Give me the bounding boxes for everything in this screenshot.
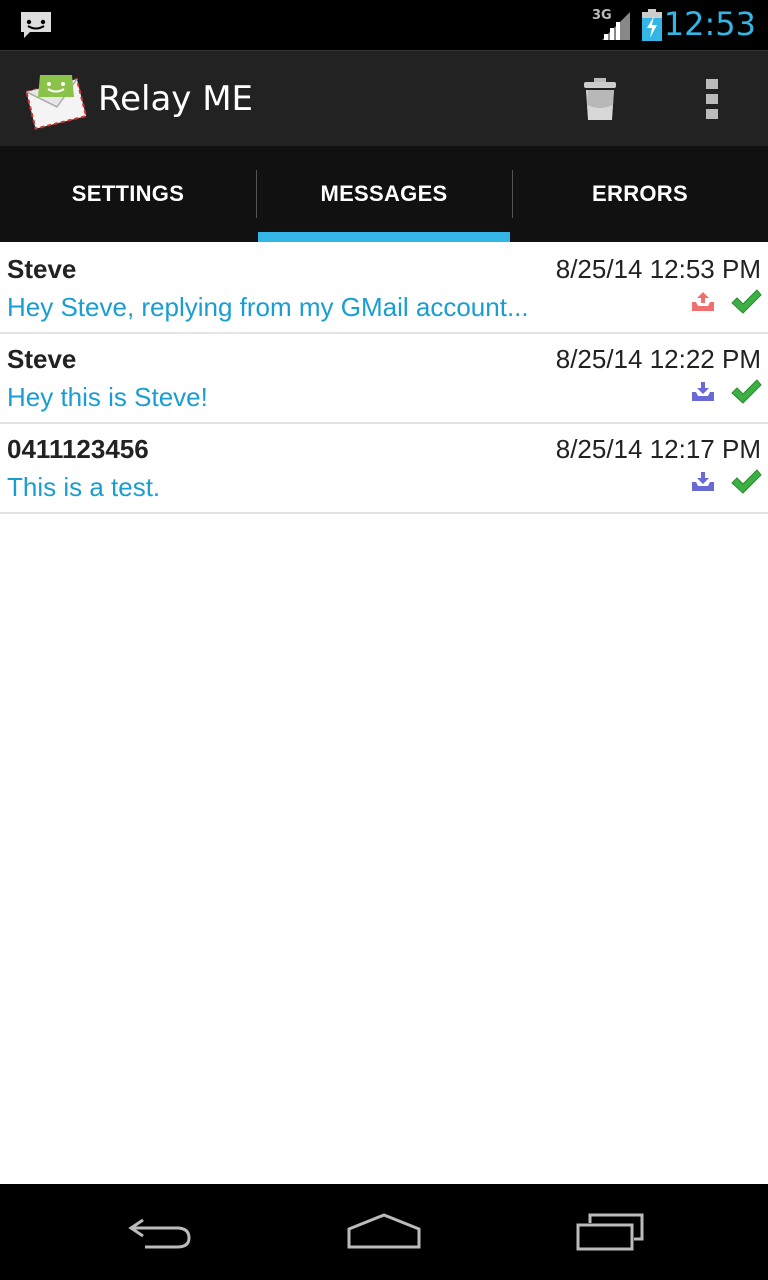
message-text: Hey this is Steve!: [7, 382, 208, 412]
message-sender: 0411123456: [7, 434, 149, 464]
message-row[interactable]: Steve 8/25/14 12:22 PM Hey this is Steve…: [0, 334, 768, 424]
tab-label: SETTINGS: [71, 181, 185, 206]
recent-apps-button[interactable]: [560, 1204, 660, 1260]
trash-icon: [584, 78, 616, 120]
status-clock: 12:53: [663, 5, 756, 43]
message-timestamp: 8/25/14 12:22 PM: [555, 344, 761, 374]
action-bar: Relay ME: [0, 50, 768, 146]
incoming-message-icon: [692, 472, 714, 491]
message-row[interactable]: Steve 8/25/14 12:53 PM Hey Steve, replyi…: [0, 244, 768, 334]
status-bar: 3G 12:53: [0, 0, 768, 50]
incoming-message-icon: [692, 382, 714, 401]
delivered-check-icon: [731, 379, 762, 404]
outgoing-message-icon: [692, 292, 714, 311]
message-timestamp: 8/25/14 12:53 PM: [555, 254, 761, 284]
message-sender: Steve: [7, 254, 77, 284]
message-text: This is a test.: [7, 472, 161, 502]
app-logo-icon: [25, 75, 88, 130]
home-button[interactable]: [334, 1204, 434, 1260]
back-icon: [128, 1218, 191, 1249]
message-row[interactable]: 0411123456 8/25/14 12:17 PM This is a te…: [0, 424, 768, 514]
message-list: Steve 8/25/14 12:53 PM Hey Steve, replyi…: [0, 244, 768, 514]
system-nav-bar: [0, 1184, 768, 1280]
tab-settings[interactable]: SETTINGS: [0, 146, 256, 242]
tab-errors[interactable]: ERRORS: [512, 146, 768, 242]
delivered-check-icon: [731, 469, 762, 494]
recent-apps-icon: [576, 1213, 644, 1251]
sms-notification-icon: [21, 12, 51, 38]
network-type-label: 3G: [592, 8, 612, 23]
delivered-check-icon: [731, 289, 762, 314]
home-icon: [347, 1213, 421, 1249]
overflow-menu-icon: [706, 79, 718, 119]
tab-bar: SETTINGS MESSAGES ERRORS: [0, 146, 768, 242]
tab-label: ERRORS: [592, 181, 688, 206]
delete-button[interactable]: [560, 61, 640, 137]
message-text: Hey Steve, replying from my GMail accoun…: [7, 292, 529, 322]
battery-charging-icon: [642, 9, 662, 41]
overflow-menu-button[interactable]: [672, 61, 752, 137]
tab-label: MESSAGES: [320, 181, 448, 206]
back-button[interactable]: [110, 1204, 210, 1260]
app-title: Relay ME: [98, 79, 254, 119]
message-timestamp: 8/25/14 12:17 PM: [555, 434, 761, 464]
tab-messages[interactable]: MESSAGES: [256, 146, 512, 242]
message-sender: Steve: [7, 344, 77, 374]
